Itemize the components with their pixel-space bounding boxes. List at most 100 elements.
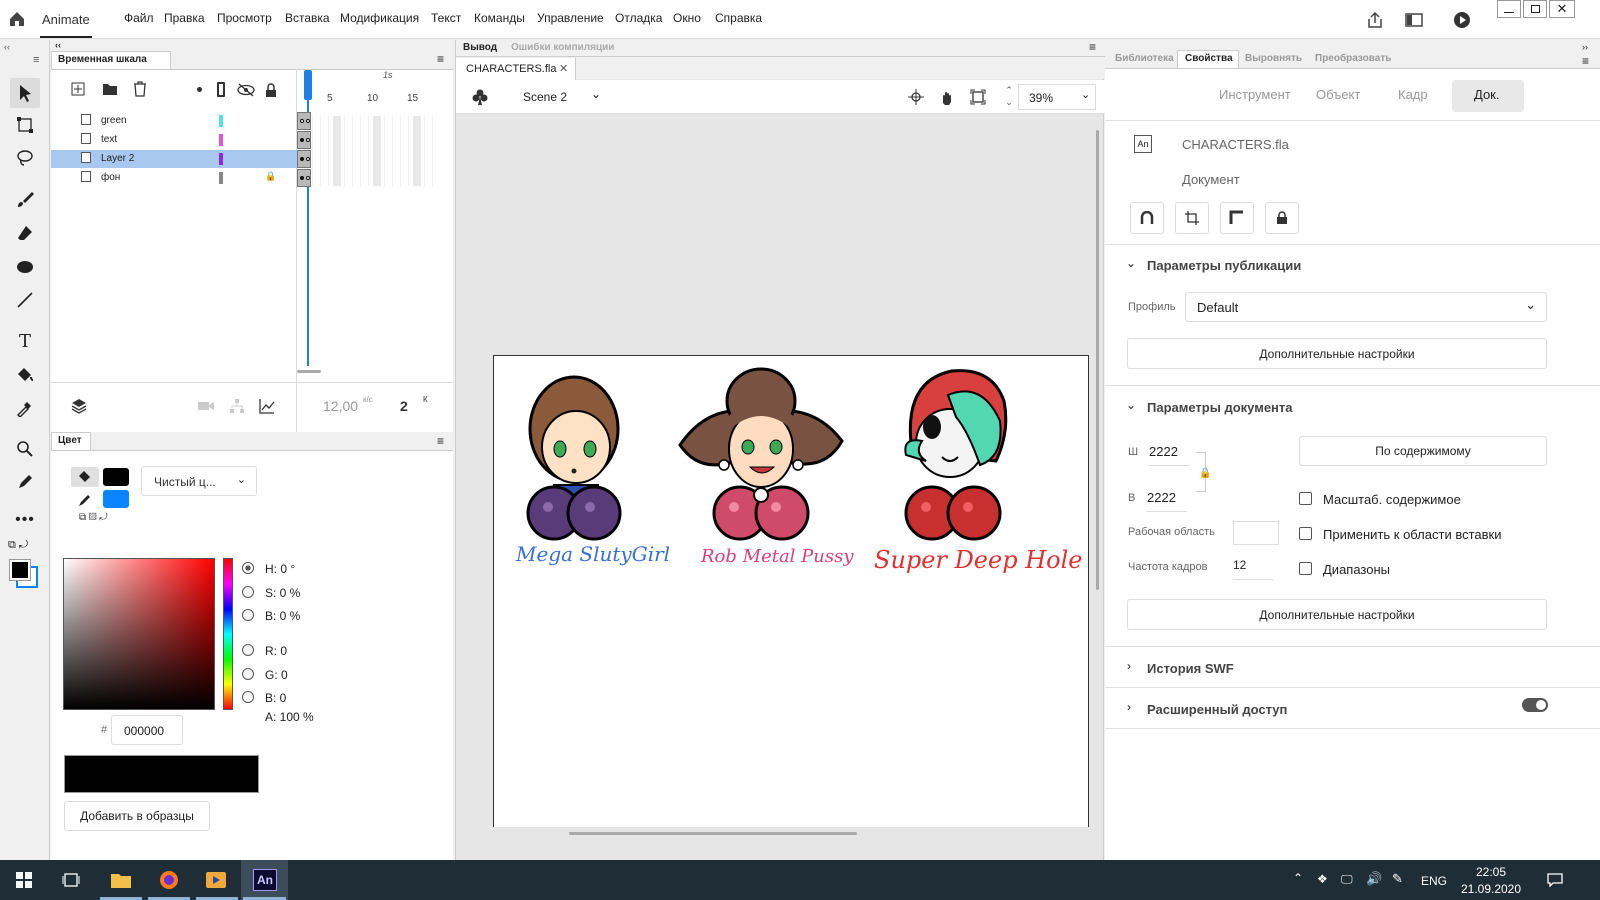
layer-name[interactable]: green: [101, 115, 127, 126]
menu-item-4[interactable]: Модификация: [340, 11, 419, 25]
ruler-corner-icon[interactable]: [1220, 202, 1254, 234]
character-3-illustration[interactable]: [892, 361, 1012, 546]
doc-section-title[interactable]: Параметры документа: [1147, 400, 1293, 415]
stroke-pencil-icon[interactable]: [71, 491, 99, 509]
rgb-r-radio[interactable]: [242, 644, 254, 656]
menu-item-3[interactable]: Вставка: [285, 11, 330, 25]
swf-history-title[interactable]: История SWF: [1147, 661, 1234, 676]
menu-item-10[interactable]: Справка: [715, 11, 762, 25]
layer-keyframe[interactable]: [297, 131, 311, 149]
color-panel-menu-icon[interactable]: ≡: [437, 434, 444, 448]
volume-icon[interactable]: 🔊: [1366, 871, 1382, 887]
zoom-stepper[interactable]: ⌃ ⌄: [1002, 84, 1016, 110]
output-menu-icon[interactable]: ≡: [1089, 40, 1096, 54]
doc-chevron-icon[interactable]: ⌄: [1126, 398, 1136, 412]
hsb-b-radio[interactable]: [242, 609, 254, 621]
crop-guides-icon[interactable]: [1175, 202, 1209, 234]
menu-item-5[interactable]: Текст: [431, 11, 461, 25]
file-explorer-icon[interactable]: [110, 869, 132, 891]
hsb-s-radio[interactable]: [242, 586, 254, 598]
language-indicator[interactable]: ENG: [1421, 874, 1447, 888]
new-folder-icon[interactable]: [100, 80, 120, 98]
character-1-illustration[interactable]: [514, 361, 624, 546]
current-frame[interactable]: 2: [400, 398, 408, 414]
test-movie-icon[interactable]: [1451, 9, 1473, 31]
restore-button[interactable]: [1523, 0, 1547, 18]
tab-compile-errors[interactable]: Ошибки компиляции: [511, 42, 614, 53]
graph-icon[interactable]: [258, 397, 276, 415]
outline-icon[interactable]: [217, 82, 225, 97]
camera-icon[interactable]: [197, 398, 215, 414]
color-picker-field[interactable]: [63, 558, 215, 710]
center-stage-icon[interactable]: [907, 88, 925, 106]
profile-dropdown[interactable]: Default ⌄: [1185, 292, 1547, 322]
timeline-h-scrollbar[interactable]: [297, 370, 321, 373]
layer-row[interactable]: фон 🔒: [51, 169, 297, 187]
parent-layer-icon[interactable]: [228, 397, 246, 415]
notifications-icon[interactable]: [1545, 870, 1565, 890]
stage-h-scrollbar[interactable]: [569, 832, 857, 835]
hex-input[interactable]: 000000: [111, 715, 183, 745]
lock-all-icon[interactable]: [263, 81, 279, 99]
menu-item-9[interactable]: Окно: [673, 11, 701, 25]
doc-more-settings-button[interactable]: Дополнительные настройки: [1127, 599, 1547, 630]
menu-item-2[interactable]: Просмотр: [217, 11, 272, 25]
panel-menu-icon[interactable]: ≡: [437, 52, 444, 66]
oval-tool-icon[interactable]: [10, 252, 40, 282]
firefox-icon[interactable]: [158, 869, 180, 891]
color-mini-icons[interactable]: ⧉ ▨ ⤾: [79, 512, 108, 523]
toolbar-collapse[interactable]: ‹‹: [4, 42, 10, 52]
tab-transform[interactable]: Преобразовать: [1315, 53, 1391, 64]
tray-chevron-up-icon[interactable]: ⌃: [1293, 871, 1303, 885]
line-tool-icon[interactable]: [10, 285, 40, 315]
scene-club-icon[interactable]: [470, 87, 490, 107]
eyedropper-tool-icon[interactable]: [10, 393, 40, 423]
layer-keyframe[interactable]: [297, 112, 311, 130]
task-view-icon[interactable]: [61, 870, 81, 890]
layer-name[interactable]: фон: [101, 172, 120, 183]
menu-item-8[interactable]: Отладка: [615, 11, 662, 25]
hue-slider[interactable]: [223, 558, 233, 710]
menu-item-6[interactable]: Команды: [474, 11, 525, 25]
publish-section-title[interactable]: Параметры публикации: [1147, 258, 1301, 273]
fill-bucket-icon[interactable]: [71, 467, 99, 487]
fps-input[interactable]: 12: [1233, 558, 1273, 580]
fill-type-dropdown[interactable]: Чистый ц... ⌄: [141, 466, 257, 496]
new-layer-icon[interactable]: [69, 80, 87, 98]
fps-value[interactable]: 12,00: [323, 398, 358, 414]
timeline-collapse[interactable]: ‹‹: [55, 40, 61, 50]
layer-color-swatch[interactable]: [219, 153, 223, 165]
menu-item-0[interactable]: Файл: [124, 11, 154, 25]
layer-color-swatch[interactable]: [219, 134, 223, 146]
more-tools-icon[interactable]: •••: [10, 505, 40, 535]
fit-content-button[interactable]: По содержимому: [1299, 436, 1547, 466]
clock-date[interactable]: 21.09.2020: [1456, 882, 1526, 896]
layer-row[interactable]: text: [51, 131, 297, 149]
zoom-chevron-down-icon[interactable]: ⌄: [1081, 88, 1090, 101]
tab-align[interactable]: Выровнять: [1245, 53, 1302, 64]
media-player-icon[interactable]: [205, 869, 227, 891]
scene-chevron-down-icon[interactable]: ⌄: [591, 87, 601, 101]
home-icon[interactable]: [6, 9, 28, 29]
tab-library[interactable]: Библиотека: [1115, 53, 1174, 64]
doc-tab[interactable]: CHARACTERS.fla ✕: [456, 58, 576, 80]
layer-color-swatch[interactable]: [219, 115, 223, 127]
menu-item-7[interactable]: Управление: [537, 11, 604, 25]
workspace-icon[interactable]: [1403, 10, 1425, 30]
alpha-value[interactable]: A: 100 %: [265, 710, 314, 724]
tab-output[interactable]: Вывод: [463, 42, 497, 53]
layer-row[interactable]: Layer 2: [51, 150, 297, 168]
publish-more-settings-button[interactable]: Дополнительные настройки: [1127, 338, 1547, 369]
lasso-tool-icon[interactable]: [10, 143, 40, 173]
layer-name[interactable]: text: [101, 134, 117, 145]
stage-canvas[interactable]: Mega SlutyGirl Rob Metal Pussy Super Dee…: [493, 355, 1089, 827]
text-tool-icon[interactable]: T: [10, 326, 40, 356]
link-lock-icon[interactable]: 🔒: [1199, 468, 1211, 479]
rotate-stage-icon[interactable]: [938, 88, 956, 106]
height-input[interactable]: 2222: [1147, 490, 1187, 512]
rgb-g-radio[interactable]: [242, 668, 254, 680]
swf-chevron-right-icon[interactable]: ›: [1127, 659, 1131, 673]
selection-tool-icon[interactable]: [10, 78, 40, 108]
minimize-button[interactable]: [1497, 0, 1521, 18]
eraser-tool-icon[interactable]: [10, 218, 40, 248]
